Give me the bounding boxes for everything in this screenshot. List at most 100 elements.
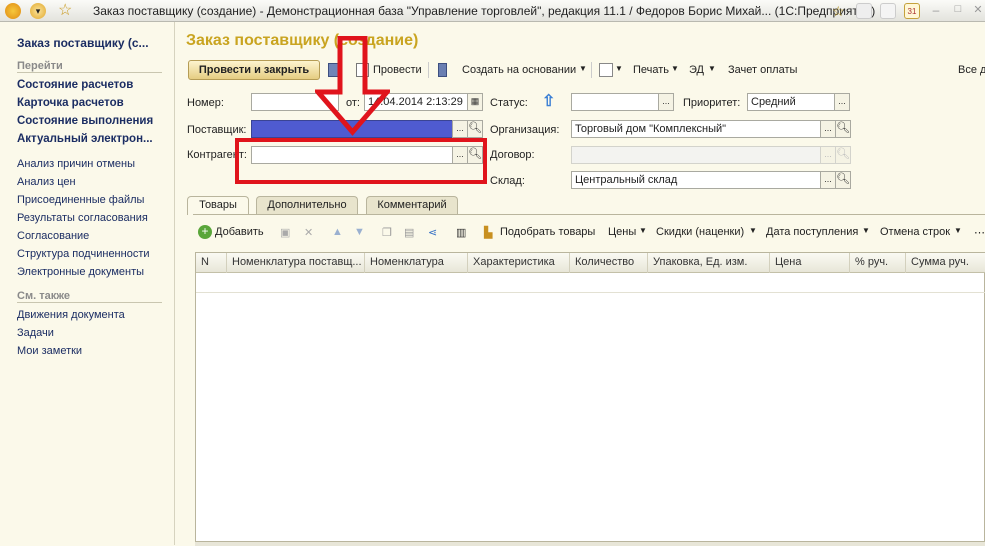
tab-divider	[193, 214, 985, 215]
nav-link-price-analysis[interactable]: Анализ цен	[17, 176, 76, 188]
nav-link-settlements-card[interactable]: Карточка расчетов	[17, 97, 124, 109]
discounts-menu[interactable]: Скидки (наценки)	[656, 226, 744, 238]
copy-row-icon[interactable]: ▣	[280, 226, 290, 239]
column-header[interactable]: Количество	[570, 253, 648, 273]
chevron-down-icon: ▼	[671, 64, 679, 73]
dropdown-icon[interactable]: ▾	[30, 3, 46, 19]
all-actions-menu[interactable]: Все д	[958, 64, 985, 76]
status-arrow-icon[interactable]: ⇧	[542, 91, 555, 111]
payment-offset-button[interactable]: Зачет оплаты	[728, 64, 797, 76]
search-icon[interactable]: 🔍︎	[835, 120, 851, 138]
close-icon[interactable]: ✕	[970, 3, 985, 19]
priority-label: Приоритет:	[683, 97, 741, 109]
chevron-down-icon: ▼	[954, 226, 962, 235]
column-header[interactable]: Номенклатура поставщ...	[227, 253, 365, 273]
calendar-icon[interactable]: 31	[904, 3, 920, 19]
delete-icon[interactable]: ✕	[304, 226, 313, 239]
contract-select-button[interactable]: ...	[820, 146, 836, 164]
print-menu[interactable]: Печать	[633, 64, 669, 76]
column-header[interactable]: Сумма руч.	[906, 253, 985, 273]
pick-goods-button[interactable]: Подобрать товары	[500, 226, 595, 238]
supplier-select-button[interactable]: ...	[452, 120, 468, 138]
arrival-date-menu[interactable]: Дата поступления	[766, 226, 858, 238]
post-and-close-button[interactable]: Провести и закрыть	[188, 60, 320, 80]
nav-link-approval-results[interactable]: Результаты согласования	[17, 212, 148, 224]
prices-menu[interactable]: Цены	[608, 226, 636, 238]
1c-logo-icon[interactable]	[5, 3, 21, 19]
more-icon[interactable]: ⋯	[974, 226, 985, 239]
tab-comment[interactable]: Комментарий	[366, 196, 458, 214]
warehouse-field[interactable]: Центральный склад	[571, 171, 821, 189]
search-icon[interactable]: 🔍︎	[835, 171, 851, 189]
panel-header[interactable]: Заказ поставщику (с...	[17, 36, 149, 50]
nav-link-subordination[interactable]: Структура подчиненности	[17, 248, 150, 260]
warehouse-select-button[interactable]: ...	[820, 171, 836, 189]
search-icon[interactable]: 🔍︎	[835, 146, 851, 164]
column-header[interactable]: Упаковка, Ед. изм.	[648, 253, 770, 273]
column-header[interactable]: % руч.	[850, 253, 906, 273]
organization-field[interactable]: Торговый дом "Комплексный"	[571, 120, 821, 138]
nav-link-movements[interactable]: Движения документа	[17, 309, 125, 321]
contract-label: Договор:	[490, 149, 535, 161]
paste-icon[interactable]: ▤	[404, 226, 414, 239]
cancel-rows-menu[interactable]: Отмена строк	[880, 226, 950, 238]
organization-label: Организация:	[490, 124, 560, 136]
nav-link-electronic-docs[interactable]: Электронные документы	[17, 266, 144, 278]
supplier-label: Поставщик:	[187, 124, 247, 136]
search-icon[interactable]: 🔍︎	[467, 120, 483, 138]
calendar-icon[interactable]: ▦	[467, 93, 483, 111]
horizontal-scrollbar[interactable]	[195, 542, 985, 546]
copy-icon[interactable]: ❐	[382, 226, 392, 239]
maximize-icon[interactable]: □	[950, 3, 966, 19]
nav-link-tasks[interactable]: Задачи	[17, 327, 54, 339]
table-subheader	[196, 273, 985, 293]
report-icon[interactable]	[599, 63, 613, 77]
column-header[interactable]: Номенклатура	[365, 253, 468, 273]
nav-link-actual-electronic[interactable]: Актуальный электрон...	[17, 133, 153, 145]
nav-link-execution-state[interactable]: Состояние выполнения	[17, 115, 153, 127]
nav-link-cancel-reasons[interactable]: Анализ причин отмены	[17, 158, 135, 170]
minimize-icon[interactable]: –	[928, 3, 944, 19]
number-label: Номер:	[187, 97, 224, 109]
add-icon[interactable]: +	[198, 225, 212, 239]
nav-link-attached-files[interactable]: Присоединенные файлы	[17, 194, 144, 206]
status-field[interactable]	[571, 93, 659, 111]
goods-table[interactable]: N Номенклатура поставщ... Номенклатура Х…	[195, 252, 985, 542]
column-header[interactable]: N	[196, 253, 227, 273]
section-see-also: См. также	[17, 290, 162, 303]
print-icon[interactable]	[880, 3, 896, 19]
chevron-down-icon: ▼	[639, 226, 647, 235]
chevron-down-icon: ▼	[749, 226, 757, 235]
section-go: Перейти	[17, 60, 162, 73]
organization-select-button[interactable]: ...	[820, 120, 836, 138]
priority-select-button[interactable]: ...	[834, 93, 850, 111]
pick-goods-icon[interactable]: ▙	[484, 226, 492, 239]
barcode-icon[interactable]: ▥	[456, 226, 466, 239]
nav-link-settlements-state[interactable]: Состояние расчетов	[17, 79, 133, 91]
add-button[interactable]: Добавить	[215, 226, 264, 238]
contract-field[interactable]	[571, 146, 821, 164]
chevron-down-icon: ▼	[708, 64, 716, 73]
tab-goods[interactable]: Товары	[187, 196, 249, 215]
nav-link-notes[interactable]: Мои заметки	[17, 345, 82, 357]
ed-menu[interactable]: ЭД	[689, 64, 704, 76]
status-label: Статус:	[490, 97, 528, 109]
register-icon[interactable]	[438, 63, 447, 77]
create-based-on-menu[interactable]: Создать на основании	[462, 64, 576, 76]
nav-link-approval[interactable]: Согласование	[17, 230, 89, 242]
star-icon[interactable]: ☆	[58, 3, 74, 19]
priority-field[interactable]: Средний	[747, 93, 835, 111]
chevron-down-icon: ▼	[615, 64, 623, 73]
move-down-icon[interactable]: ▼	[354, 226, 365, 238]
tab-additional[interactable]: Дополнительно	[256, 196, 358, 214]
column-header[interactable]: Характеристика	[468, 253, 570, 273]
favorite-icon[interactable]: ☆	[832, 3, 848, 19]
down-arrow-annotation	[315, 36, 390, 136]
save-icon[interactable]	[856, 3, 872, 19]
separator	[591, 62, 592, 78]
status-select-button[interactable]: ...	[658, 93, 674, 111]
split-icon[interactable]: ⋖	[428, 226, 437, 239]
column-header[interactable]: Цена	[770, 253, 850, 273]
move-up-icon[interactable]: ▲	[332, 226, 343, 238]
document-form: Заказ поставщику (создание) Провести и з…	[180, 22, 985, 546]
